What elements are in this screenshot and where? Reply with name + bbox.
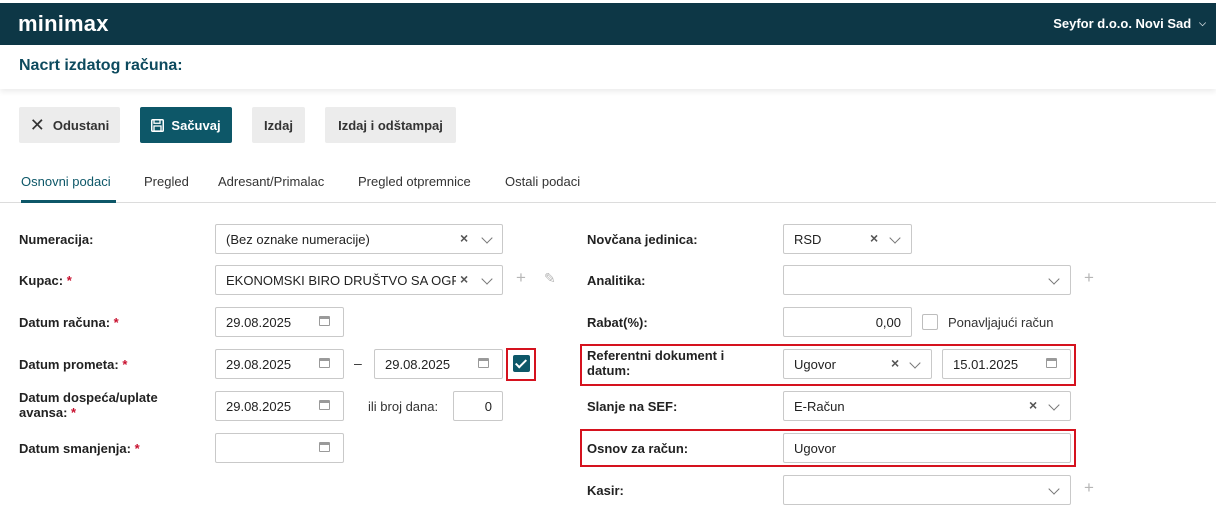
turnover-date-from-value: 29.08.2025 [226,357,292,372]
active-tab-indicator [21,200,116,203]
clear-icon[interactable]: × [1029,397,1037,413]
analytics-label: Analitika: [587,273,646,288]
add-customer-plus-icon[interactable]: + [516,268,526,288]
save-icon [151,118,165,132]
issue-button[interactable]: Izdaj [252,107,305,143]
calendar-icon[interactable] [478,358,489,368]
turnover-date-to-input[interactable]: 29.08.2025 [374,349,503,379]
tab-delivery-note[interactable]: Pregled otpremnice [358,174,471,189]
clear-icon[interactable]: × [870,230,878,246]
tab-basic-data[interactable]: Osnovni podaci [21,174,111,189]
turnover-date-from-input[interactable]: 29.08.2025 [215,349,344,379]
turnover-date-to-value: 29.08.2025 [385,357,451,372]
cancel-label: Odustani [52,117,110,133]
invoice-date-label: Datum računa: * [19,315,119,330]
reduction-date-label: Datum smanjenja: * [19,441,140,456]
days-input[interactable]: 0 [453,391,503,421]
clear-icon[interactable]: × [460,271,468,287]
invoice-date-input[interactable]: 29.08.2025 [215,307,344,337]
numbering-select[interactable]: (Bez oznake numeracije) × [215,224,503,254]
calendar-icon[interactable] [319,358,330,368]
discount-input[interactable]: 0,00 [783,307,912,337]
save-button[interactable]: Sačuvaj [140,107,232,143]
edit-customer-pencil-icon[interactable]: ✎ [544,270,556,287]
cashier-label: Kasir: [587,483,624,498]
recurring-invoice-checkbox[interactable] [922,314,938,330]
clear-icon[interactable]: × [891,355,899,371]
company-switcher[interactable]: Seyfor d.o.o. Novi Sad ⌵ [1053,16,1206,31]
calendar-icon[interactable] [319,316,330,326]
title-bar: Nacrt izdatog računa: [0,45,1216,89]
cashier-select[interactable] [783,475,1071,505]
sef-value: E-Račun [794,399,845,414]
clear-icon[interactable]: × [460,230,468,246]
days-label: ili broj dana: [368,399,439,414]
numbering-label: Numeracija: [19,232,94,247]
close-icon: ✕ [29,115,45,135]
sef-select[interactable]: E-Račun × [783,391,1071,421]
customer-select[interactable]: EKONOMSKI BIRO DRUŠTVO SA OGR... × [215,265,503,295]
date-range-separator: – [354,355,362,371]
numbering-value: (Bez oznake numeracije) [226,232,370,247]
calendar-icon[interactable] [319,400,330,410]
reduction-date-input[interactable] [215,433,344,463]
reference-label: Referentni dokument i datum: [587,348,725,378]
calendar-icon[interactable] [319,442,330,452]
chevron-down-icon: ⌵ [1199,18,1206,28]
recurring-invoice-label: Ponavljajući račun [948,315,1054,330]
top-bar: minimax Seyfor d.o.o. Novi Sad ⌵ [0,0,1216,45]
invoice-date-value: 29.08.2025 [226,315,292,330]
calendar-icon[interactable] [1046,358,1057,368]
discount-value: 0,00 [875,315,901,330]
cancel-button[interactable]: ✕ Odustani [19,107,120,143]
customer-label: Kupac: * [19,273,72,288]
tab-bar: Osnovni podaci Pregled Adresant/Primalac… [0,160,1216,203]
issue-and-print-button[interactable]: Izdaj i odštampaj [325,107,456,143]
add-analytics-plus-icon[interactable]: + [1084,268,1094,288]
due-date-label: Datum dospeća/uplate avansa: * [19,390,158,420]
reference-document-select[interactable]: Ugovor × [783,349,932,379]
app-logo[interactable]: minimax [18,11,109,37]
add-cashier-plus-icon[interactable]: + [1084,478,1094,498]
customer-value: EKONOMSKI BIRO DRUŠTVO SA OGR... [226,273,456,288]
company-name: Seyfor d.o.o. Novi Sad [1053,16,1192,31]
discount-label: Rabat(%): [587,315,648,330]
reference-document-value: Ugovor [794,357,836,372]
chevron-down-icon[interactable] [481,273,493,285]
basis-value: Ugovor [794,441,836,456]
reference-date-input[interactable]: 15.01.2025 [942,349,1071,379]
basis-input[interactable]: Ugovor [783,433,1071,463]
chevron-down-icon[interactable] [1048,399,1060,411]
sef-label: Slanje na SEF: [587,399,678,414]
tab-addressee[interactable]: Adresant/Primalac [218,174,324,189]
due-date-input[interactable]: 29.08.2025 [215,391,344,421]
highlight-box-checkbox [506,348,536,381]
chevron-down-icon[interactable] [889,232,901,244]
chevron-down-icon[interactable] [909,357,921,369]
chevron-down-icon[interactable] [1048,483,1060,495]
currency-value: RSD [794,232,822,247]
chevron-down-icon[interactable] [481,232,493,244]
reference-date-value: 15.01.2025 [953,357,1019,372]
analytics-select[interactable] [783,265,1071,295]
due-date-value: 29.08.2025 [226,399,292,414]
currency-label: Novčana jedinica: [587,232,698,247]
tab-preview[interactable]: Pregled [144,174,189,189]
tab-other-data[interactable]: Ostali podaci [505,174,580,189]
save-label: Sačuvaj [171,117,221,133]
days-value: 0 [484,399,492,414]
currency-select[interactable]: RSD × [783,224,912,254]
turnover-date-label: Datum prometa: * [19,357,128,372]
page-title: Nacrt izdatog računa: [19,57,183,74]
chevron-down-icon[interactable] [1048,273,1060,285]
basis-label: Osnov za račun: [587,441,689,456]
